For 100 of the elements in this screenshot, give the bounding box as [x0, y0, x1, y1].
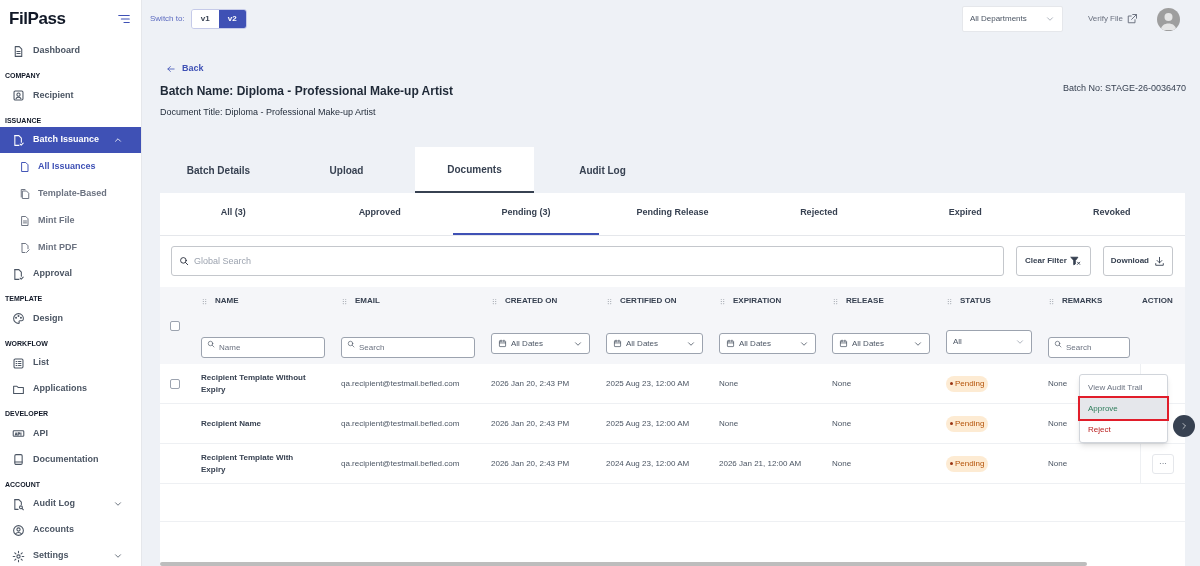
- global-search-field[interactable]: Global Search: [171, 246, 1004, 276]
- status-badge: Pending: [946, 415, 989, 432]
- sidebar-item[interactable]: API: [0, 420, 141, 447]
- column-header: RELEASE: [846, 295, 884, 307]
- sidebar-item[interactable]: Applications: [0, 376, 141, 402]
- tab[interactable]: Documents: [415, 147, 534, 193]
- sidebar-item[interactable]: Documentation: [0, 446, 141, 473]
- api-icon: [12, 427, 25, 440]
- filter-tab[interactable]: Revoked: [1038, 193, 1185, 235]
- document-search-icon: [12, 497, 25, 511]
- gear-icon: [12, 549, 25, 563]
- sidebar-item[interactable]: Accounts: [0, 517, 141, 543]
- sidebar-item[interactable]: Dashboard: [0, 38, 141, 64]
- sidebar-item[interactable]: Batch Issuance: [0, 127, 141, 153]
- calendar-icon: [839, 339, 848, 348]
- sidebar-item[interactable]: Settings: [0, 543, 141, 566]
- filter-tab[interactable]: Pending (3): [452, 193, 600, 235]
- filter-tab[interactable]: All (3): [160, 193, 307, 235]
- scroll-right-button[interactable]: [1173, 415, 1195, 437]
- column-filter-field[interactable]: Search: [341, 337, 475, 358]
- sidebar-item[interactable]: Audit Log: [0, 491, 141, 517]
- status-filter-dropdown[interactable]: All: [946, 330, 1032, 354]
- sidebar-subitem[interactable]: All Issuances: [0, 153, 141, 180]
- filter-tab[interactable]: Rejected: [745, 193, 893, 235]
- sidebar-subitem[interactable]: Template-Based: [0, 180, 141, 207]
- date-filter-dropdown[interactable]: All Dates: [606, 333, 703, 354]
- palette-icon: [12, 312, 25, 325]
- column-header: EXPIRATION: [733, 295, 782, 307]
- date-filter-dropdown[interactable]: All Dates: [832, 333, 930, 354]
- date-filter-dropdown[interactable]: All Dates: [719, 333, 816, 354]
- logo[interactable]: FilPass: [9, 6, 66, 32]
- more-actions-button[interactable]: ···: [1152, 453, 1174, 474]
- menu-item[interactable]: Approve: [1080, 398, 1167, 419]
- menu-icon: [117, 12, 131, 26]
- document-check-icon: [12, 133, 25, 147]
- calendar-icon: [498, 339, 507, 348]
- column-header: CERTIFIED ON: [620, 295, 677, 307]
- filter-clear-icon: [1069, 255, 1082, 267]
- tab[interactable]: Audit Log: [543, 147, 662, 193]
- chevron-down-icon: [1044, 14, 1055, 24]
- recipient-name: Recipient Name: [201, 418, 262, 428]
- status-badge: Pending: [946, 455, 989, 472]
- sidebar-item[interactable]: List: [0, 350, 141, 376]
- sidebar-item[interactable]: Design: [0, 305, 141, 332]
- table-cell: qa.recipient@testmail.befied.com: [341, 418, 460, 428]
- batch-number: Batch No: STAGE-26-0036470: [1063, 81, 1186, 95]
- search-icon: [179, 256, 189, 266]
- date-filter-dropdown[interactable]: All Dates: [491, 333, 590, 354]
- row-checkbox[interactable]: [170, 378, 180, 389]
- tab[interactable]: Upload: [287, 147, 406, 193]
- sidebar-item[interactable]: Recipient: [0, 82, 141, 109]
- filter-tab[interactable]: Approved: [306, 193, 453, 235]
- calendar-icon: [726, 339, 735, 348]
- chevron-icon: [113, 135, 123, 145]
- column-header: ACTION: [1142, 295, 1173, 307]
- version-toggle[interactable]: v2: [218, 10, 246, 28]
- table-cell: None: [719, 378, 739, 388]
- version-toggle[interactable]: v1: [191, 10, 219, 28]
- horizontal-scrollbar[interactable]: [160, 562, 1087, 566]
- download-icon: [1154, 255, 1165, 267]
- column-header: EMAIL: [355, 295, 380, 307]
- user-circle-icon: [12, 523, 25, 537]
- sidebar-item[interactable]: Approval: [0, 261, 141, 287]
- search-icon: [1054, 340, 1062, 348]
- recipient-name: Recipient Template With Expiry: [201, 452, 294, 474]
- user-card-icon: [12, 89, 25, 102]
- calendar-icon: [613, 339, 622, 348]
- column-header: CREATED ON: [505, 295, 558, 307]
- column-header: NAME: [215, 295, 239, 307]
- avatar[interactable]: [1157, 7, 1180, 31]
- table-cell: None: [832, 378, 852, 388]
- menu-item[interactable]: View Audit Trail: [1080, 377, 1167, 398]
- download-button[interactable]: Download: [1102, 246, 1173, 276]
- table-cell: 2026 Jan 20, 2:43 PM: [491, 418, 570, 428]
- external-link-icon: [1126, 13, 1138, 25]
- drag-handle-icon: [606, 296, 613, 306]
- clear-filter-button[interactable]: Clear Filter: [1016, 246, 1091, 276]
- documents-icon: [19, 187, 31, 200]
- verify-file-link[interactable]: Verify File: [1087, 13, 1138, 25]
- table-cell: 2025 Aug 23, 12:00 AM: [606, 418, 690, 428]
- sidebar-subitem[interactable]: Mint PDF: [0, 234, 141, 261]
- column-filter-field[interactable]: Name: [201, 337, 325, 358]
- column-filter-field[interactable]: Search: [1048, 337, 1130, 358]
- search-icon: [347, 340, 355, 348]
- table-cell: None: [832, 458, 852, 468]
- list-icon: [12, 356, 25, 370]
- chevron-icon: [113, 551, 123, 561]
- table-cell: 2026 Jan 20, 2:43 PM: [491, 458, 570, 468]
- select-all-checkbox[interactable]: [170, 320, 180, 331]
- table-cell: 2024 Aug 23, 12:00 AM: [606, 458, 690, 468]
- chevron-right-icon: [1180, 422, 1188, 430]
- tab[interactable]: Batch Details: [159, 147, 278, 193]
- sidebar-subitem[interactable]: Mint File: [0, 207, 141, 234]
- menu-item[interactable]: Reject: [1080, 419, 1167, 440]
- back-link[interactable]: Back: [166, 62, 204, 76]
- document-title: Document Title: Diploma - Professional Make-up Artist: [160, 105, 377, 119]
- department-dropdown[interactable]: All Departments: [961, 6, 1063, 32]
- filter-tab[interactable]: Pending Release: [599, 193, 746, 235]
- table-cell: None: [1048, 458, 1068, 468]
- filter-tab[interactable]: Expired: [892, 193, 1039, 235]
